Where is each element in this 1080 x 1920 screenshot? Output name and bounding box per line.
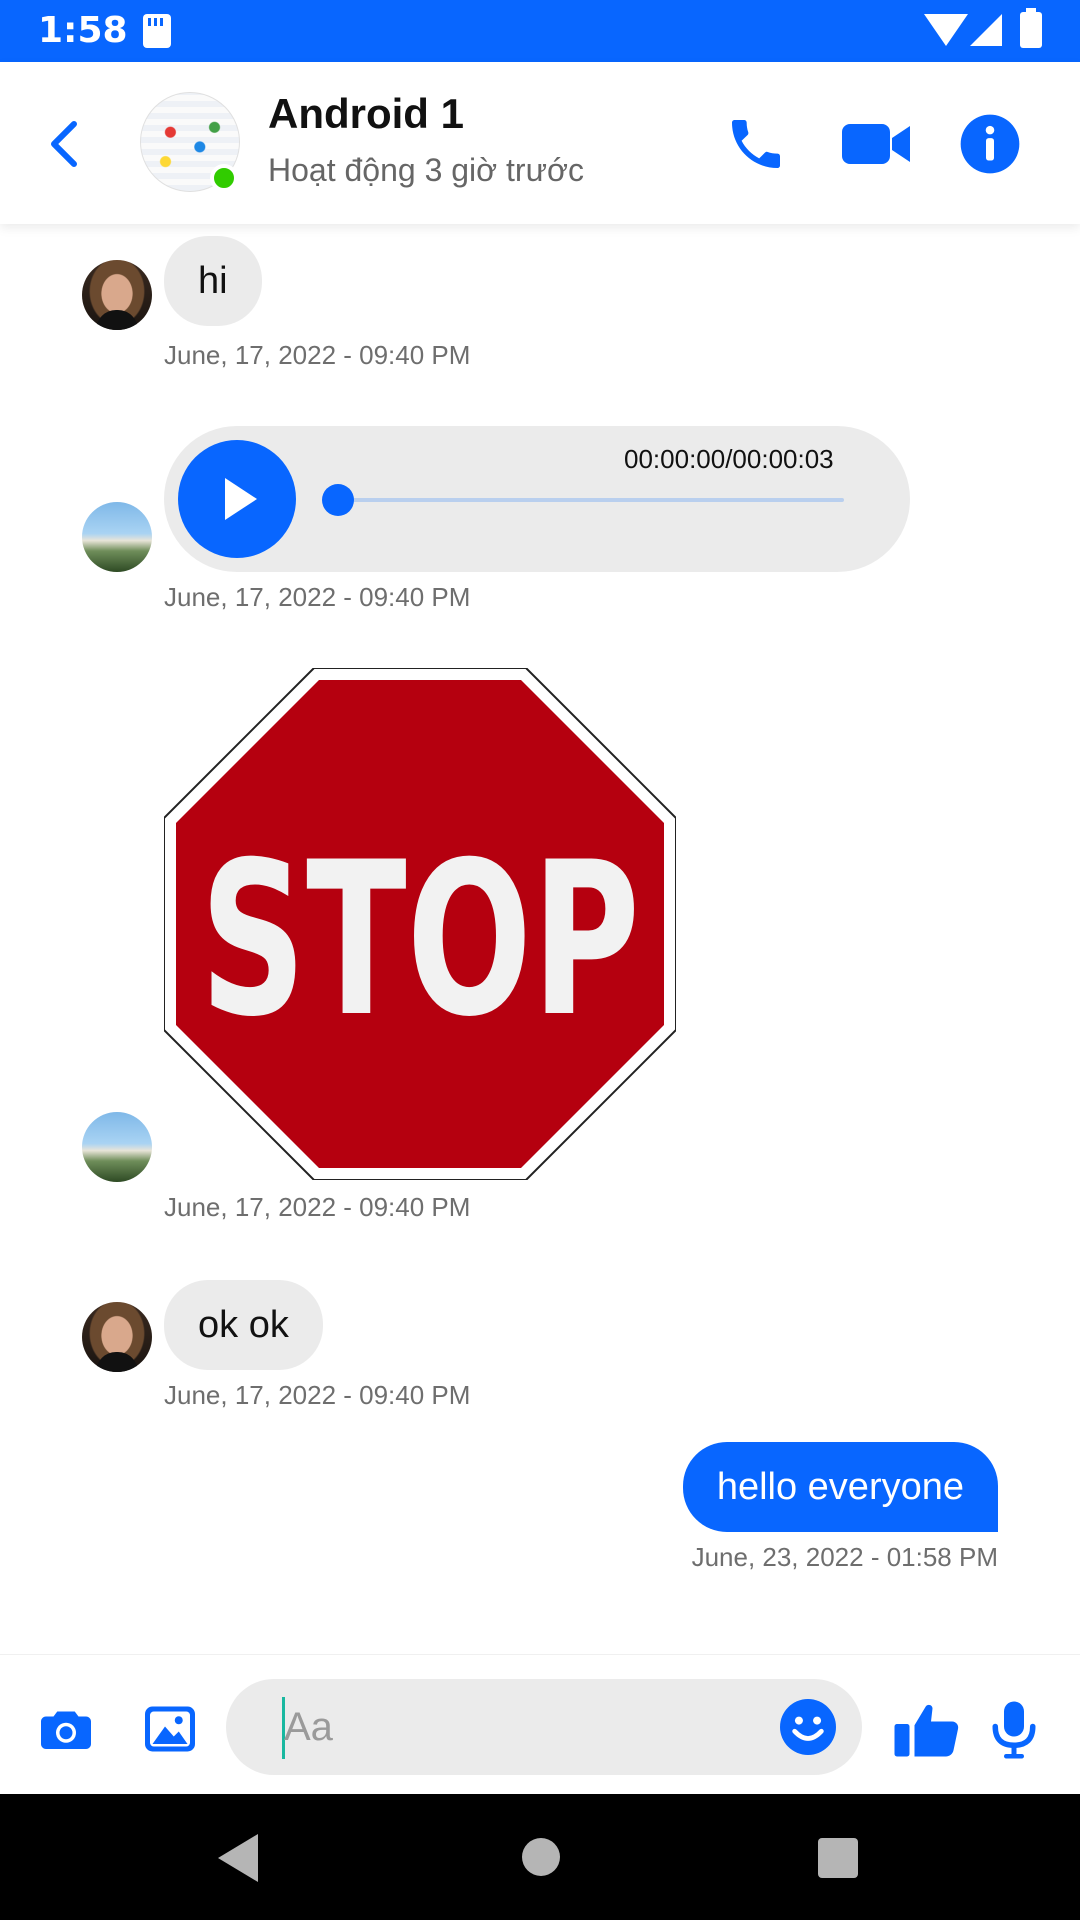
info-button[interactable] [958,112,1022,176]
audio-seek-handle[interactable] [322,484,354,516]
camera-icon [41,1711,91,1749]
message-input-wrapper [226,1679,862,1775]
sender-avatar[interactable] [82,502,152,572]
audio-duration: 00:00:00/00:00:03 [624,444,834,474]
emoji-button[interactable] [776,1695,840,1759]
wifi-icon [924,14,968,46]
sent-message-bubble[interactable]: hello everyone [682,1442,998,1532]
status-bar: 1:58 [0,0,1080,62]
message-bubble[interactable]: hi [164,236,262,326]
audio-progress-track[interactable] [336,498,844,502]
voice-call-button[interactable] [724,112,788,176]
message-timestamp: June, 17, 2022 - 09:40 PM [164,1380,471,1410]
cell-signal-icon [970,14,1002,46]
nav-back-icon[interactable] [218,1834,258,1882]
microphone-icon [992,1701,1036,1759]
battery-icon [1020,8,1042,48]
online-indicator [210,164,238,192]
voice-record-button[interactable] [986,1699,1042,1759]
chat-title[interactable]: Android 1 [268,90,464,138]
message-timestamp: June, 17, 2022 - 09:40 PM [164,582,471,612]
chat-header: Android 1 Hoạt động 3 giờ trước [0,62,1080,224]
nav-recents-icon[interactable] [818,1838,858,1878]
stop-sign-sticker[interactable]: STOP [164,668,676,1180]
phone-icon [732,120,780,168]
message-composer [0,1654,1080,1794]
smiley-icon [780,1699,836,1755]
system-nav-bar [0,1794,1080,1920]
stop-sign-text: STOP [200,816,640,1063]
message-timestamp: June, 17, 2022 - 09:40 PM [164,340,471,370]
sender-avatar[interactable] [82,1302,152,1372]
play-button[interactable] [178,440,296,558]
sender-avatar[interactable] [82,1112,152,1182]
message-list[interactable]: hi June, 17, 2022 - 09:40 PM 00:00:00/00… [0,224,1080,1654]
message-bubble[interactable]: ok ok [164,1280,323,1370]
like-button[interactable] [892,1699,962,1759]
message-timestamp: June, 23, 2022 - 01:58 PM [691,1542,998,1572]
sender-avatar[interactable] [82,260,152,330]
thumbs-up-icon [894,1704,959,1757]
chevron-left-icon [51,121,77,167]
gallery-button[interactable] [140,1699,200,1759]
nav-home-icon[interactable] [522,1838,560,1876]
video-call-button[interactable] [840,112,912,176]
video-camera-icon [842,124,910,164]
info-icon [960,114,1020,174]
image-icon [145,1706,195,1752]
active-status: Hoạt động 3 giờ trước [268,152,584,188]
camera-button[interactable] [36,1699,96,1759]
audio-message: 00:00:00/00:00:03 [164,426,910,572]
sd-card-icon [143,14,171,48]
status-time: 1:58 [38,10,128,51]
back-button[interactable] [40,116,90,172]
message-input[interactable] [284,1695,764,1759]
message-timestamp: June, 17, 2022 - 09:40 PM [164,1192,471,1222]
